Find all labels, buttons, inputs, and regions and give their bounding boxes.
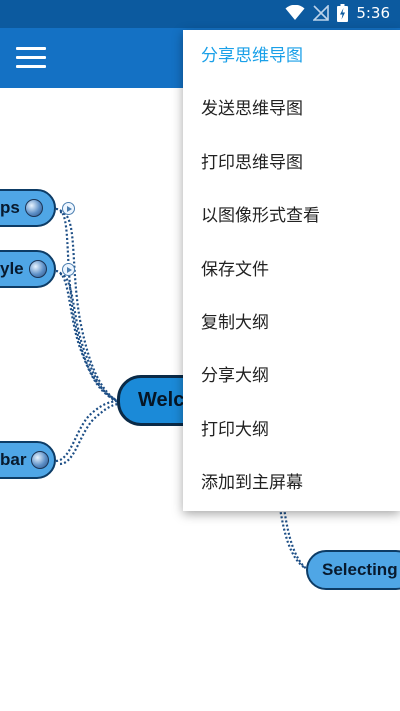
mindmap-node[interactable]: ps	[0, 189, 56, 227]
mindmap-node[interactable]: yle	[0, 250, 56, 288]
node-label: ps	[0, 198, 20, 217]
expand-icon[interactable]	[62, 263, 75, 276]
node-label: bar	[0, 450, 27, 469]
battery-charging-icon	[337, 4, 349, 22]
node-label: Welc	[138, 389, 185, 411]
menu-item-copy-outline[interactable]: 复制大纲	[183, 297, 400, 350]
mindmap-node[interactable]: Selecting	[306, 550, 400, 590]
status-bar: 5:36	[0, 0, 400, 28]
menu-item-save-file[interactable]: 保存文件	[183, 244, 400, 297]
status-icons: 5:36	[285, 4, 390, 22]
expand-icon[interactable]	[62, 202, 75, 215]
menu-item-view-as-image[interactable]: 以图像形式查看	[183, 190, 400, 243]
menu-item-share-outline[interactable]: 分享大纲	[183, 350, 400, 403]
menu-item-print-outline[interactable]: 打印大纲	[183, 404, 400, 457]
node-label: yle	[0, 259, 24, 278]
menu-item-share-mindmap[interactable]: 分享思维导图	[183, 30, 400, 83]
no-signal-icon	[313, 5, 330, 21]
mindmap-node[interactable]: bar	[0, 441, 56, 479]
globe-icon	[24, 199, 43, 217]
overflow-menu: 分享思维导图 发送思维导图 打印思维导图 以图像形式查看 保存文件 复制大纲 分…	[183, 30, 400, 511]
menu-item-add-to-home[interactable]: 添加到主屏幕	[183, 457, 400, 510]
node-label: Selecting	[322, 560, 398, 579]
wifi-icon	[285, 5, 305, 20]
menu-item-send-mindmap[interactable]: 发送思维导图	[183, 83, 400, 136]
globe-icon	[31, 451, 50, 469]
hamburger-menu-icon[interactable]	[16, 47, 46, 69]
status-time: 5:36	[356, 4, 390, 22]
menu-item-print-mindmap[interactable]: 打印思维导图	[183, 137, 400, 190]
globe-icon	[28, 260, 47, 278]
